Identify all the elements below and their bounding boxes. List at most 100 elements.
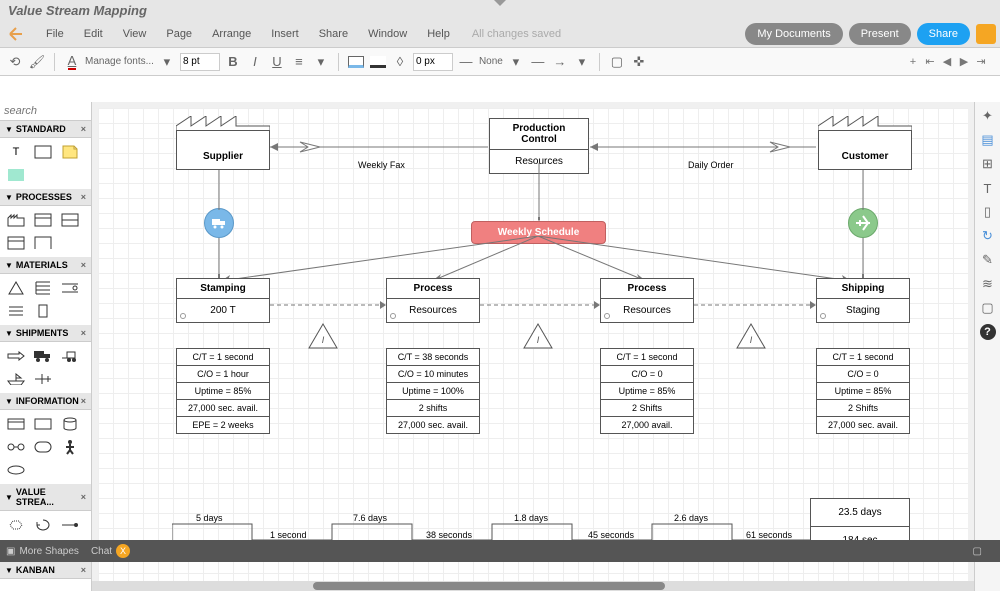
font-family-select[interactable]: Manage fonts... [85, 56, 154, 67]
process3-box[interactable]: Process Resources [600, 278, 694, 323]
menu-insert[interactable]: Insert [261, 24, 309, 44]
menu-edit[interactable]: Edit [74, 24, 113, 44]
plane-icon[interactable] [848, 208, 878, 238]
share-button[interactable]: Share [917, 23, 970, 45]
font-color-icon[interactable]: A [63, 53, 81, 71]
arrow-start-select[interactable]: None [479, 56, 503, 67]
truck-shape[interactable] [31, 346, 55, 366]
data-table-3[interactable]: C/T = 1 second C/O = 0 Uptime = 85% 2 Sh… [600, 348, 694, 434]
fullscreen-icon[interactable]: ▢ [973, 546, 982, 557]
help-icon[interactable]: ? [980, 324, 996, 340]
comments-icon[interactable]: ✎ [980, 252, 996, 268]
menu-help[interactable]: Help [417, 24, 460, 44]
customer-box[interactable]: Customer [818, 130, 912, 170]
panel-materials[interactable]: ▼MATERIALS× [0, 257, 91, 274]
app-logo-icon[interactable] [4, 22, 28, 46]
paint-format-icon[interactable]: 🖌 [28, 53, 46, 71]
panel-standard[interactable]: ▼STANDARD× [0, 121, 91, 138]
chat-button[interactable]: Chat X [91, 544, 130, 558]
inventory-3[interactable]: I [736, 323, 766, 352]
prev-page-icon[interactable]: ◀ [940, 55, 954, 69]
oval-shape[interactable] [4, 460, 28, 480]
line-style-icon[interactable]: — [457, 53, 475, 71]
fifo-shape[interactable] [58, 278, 82, 298]
forklift-shape[interactable] [58, 346, 82, 366]
pull-shape[interactable] [58, 515, 82, 535]
layers-icon[interactable]: ▤ [980, 132, 996, 148]
my-documents-button[interactable]: My Documents [745, 23, 842, 45]
sparkle-icon[interactable]: ✦ [980, 108, 996, 124]
last-page-icon[interactable]: ⇥ [974, 55, 988, 69]
page-icon[interactable]: ▯ [980, 204, 996, 220]
first-page-icon[interactable]: ⇤ [923, 55, 937, 69]
panel-kanban[interactable]: ▼KANBAN× [0, 562, 91, 579]
bold-icon[interactable]: B [224, 53, 242, 71]
menu-page[interactable]: Page [156, 24, 202, 44]
more-shapes-button[interactable]: ▣ More Shapes [6, 546, 79, 557]
shared-shape[interactable] [4, 233, 28, 253]
inventory-2[interactable]: I [523, 323, 553, 352]
ruler-icon[interactable]: ⊞ [980, 156, 996, 172]
rect-shape[interactable] [31, 142, 55, 162]
database-shape[interactable] [58, 414, 82, 434]
fill-color-icon[interactable] [347, 53, 365, 71]
data-table-2[interactable]: C/T = 38 seconds C/O = 10 minutes Uptime… [386, 348, 480, 434]
menu-file[interactable]: File [36, 24, 74, 44]
line-width-input[interactable] [413, 53, 453, 71]
buffer-shape[interactable] [31, 301, 55, 321]
arrow-end-dd[interactable]: ▾ [573, 53, 591, 71]
kaizen-shape[interactable] [4, 515, 28, 535]
horizontal-scrollbar[interactable] [92, 581, 974, 591]
panel-valuestream[interactable]: ▼VALUE STREA...× [0, 484, 91, 511]
fill-shape[interactable] [4, 165, 28, 185]
operator-shape[interactable] [58, 437, 82, 457]
supplier-box[interactable]: Supplier [176, 130, 270, 170]
cell-shape[interactable] [31, 233, 55, 253]
italic-icon[interactable]: I [246, 53, 264, 71]
plane-shape[interactable] [31, 369, 55, 389]
arrow-end-icon[interactable]: → [551, 53, 569, 71]
note-shape[interactable] [58, 142, 82, 162]
menu-arrange[interactable]: Arrange [202, 24, 261, 44]
stamping-box[interactable]: Stamping 200 T [176, 278, 270, 323]
menu-share[interactable]: Share [309, 24, 358, 44]
factory-shape[interactable] [4, 210, 28, 230]
next-page-icon[interactable]: ▶ [957, 55, 971, 69]
search-input[interactable] [0, 102, 92, 120]
shape-options-icon[interactable]: ◊ [391, 53, 409, 71]
data-shape[interactable] [58, 210, 82, 230]
text-options-icon[interactable]: ▾ [312, 53, 330, 71]
text-shape[interactable]: T [4, 142, 28, 162]
add-page-icon[interactable]: + [906, 55, 920, 69]
collapse-icon[interactable] [494, 0, 506, 6]
boat-shape[interactable] [4, 369, 28, 389]
font-size-down-icon[interactable]: ▾ [158, 53, 176, 71]
info-box2-shape[interactable] [31, 414, 55, 434]
panel-information[interactable]: ▼INFORMATION× [0, 393, 91, 410]
inventory-1[interactable]: I [308, 323, 338, 352]
text-tool-icon[interactable]: T [980, 180, 996, 196]
canvas[interactable]: Supplier Customer Production Control Res… [92, 102, 974, 591]
present-button[interactable]: Present [849, 23, 911, 45]
rounded-shape[interactable] [31, 437, 55, 457]
glasses-shape[interactable] [4, 437, 28, 457]
stack-icon[interactable]: ≋ [980, 276, 996, 292]
process-shape[interactable] [31, 210, 55, 230]
shipping-box[interactable]: Shipping Staging [816, 278, 910, 323]
ship-arrow-shape[interactable] [4, 346, 28, 366]
info-box-shape[interactable] [4, 414, 28, 434]
data-table-1[interactable]: C/T = 1 second C/O = 1 hour Uptime = 85%… [176, 348, 270, 434]
arrow-line-icon[interactable]: — [529, 53, 547, 71]
arrow-start-dd[interactable]: ▾ [507, 53, 525, 71]
crop-icon[interactable]: ✜ [630, 53, 648, 71]
underline-icon[interactable]: U [268, 53, 286, 71]
border-color-icon[interactable] [369, 53, 387, 71]
align-icon[interactable]: ≡ [290, 53, 308, 71]
loop-shape[interactable] [31, 515, 55, 535]
user-button[interactable] [976, 24, 996, 44]
undo-icon[interactable]: ⟲ [6, 53, 24, 71]
panel-processes[interactable]: ▼PROCESSES× [0, 189, 91, 206]
font-size-input[interactable] [180, 53, 220, 71]
process2-box[interactable]: Process Resources [386, 278, 480, 323]
safety-shape[interactable] [4, 301, 28, 321]
